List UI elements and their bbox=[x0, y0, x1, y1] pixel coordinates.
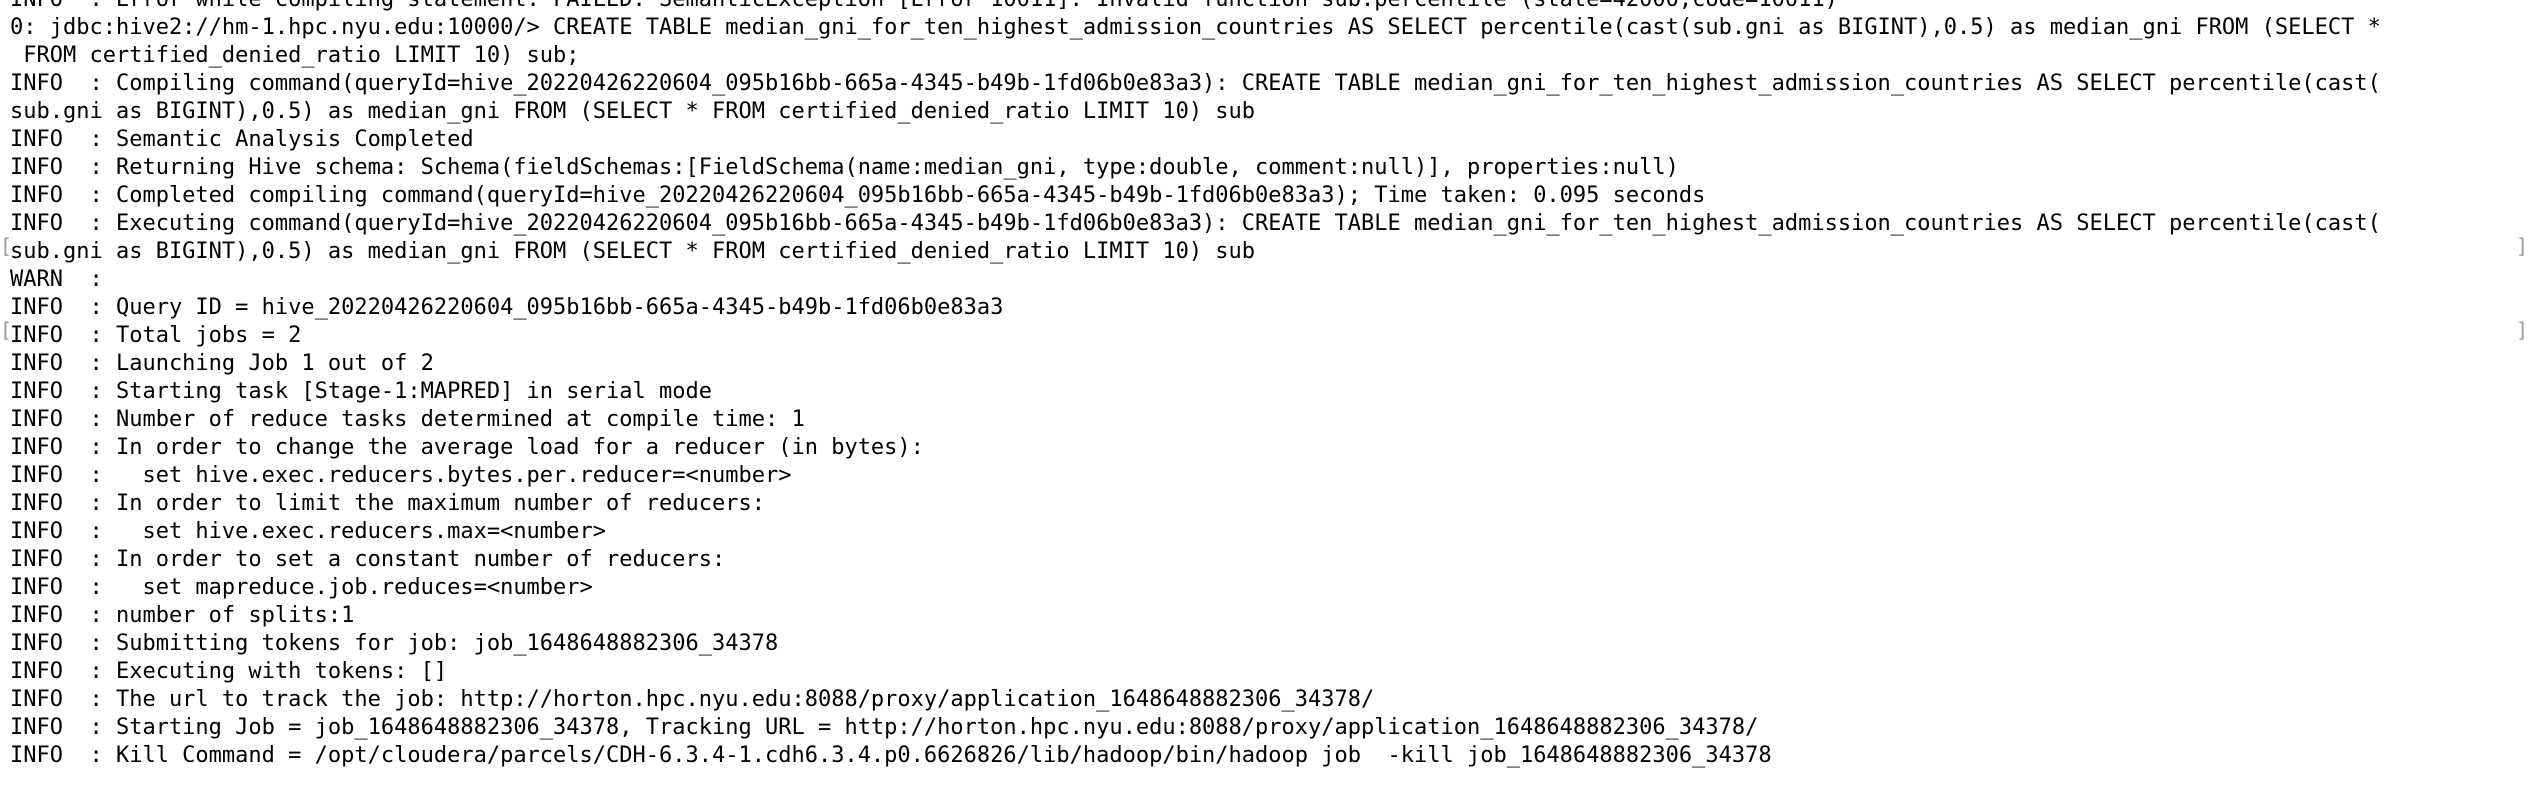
terminal-line: WARN : bbox=[10, 267, 103, 292]
terminal-line: INFO : set hive.exec.reducers.bytes.per.… bbox=[10, 463, 792, 488]
mark-bracket-right: ] bbox=[2516, 318, 2529, 342]
terminal-line: FROM certified_denied_ratio LIMIT 10) su… bbox=[10, 43, 580, 68]
terminal-line: INFO : Starting Job = job_1648648882306_… bbox=[10, 715, 1759, 740]
terminal-line: INFO : In order to set a constant number… bbox=[10, 547, 726, 572]
terminal-line: INFO : Submitting tokens for job: job_16… bbox=[10, 631, 779, 656]
terminal-line: INFO : Query ID = hive_20220426220604_09… bbox=[10, 295, 1004, 320]
mark-bracket-right: ] bbox=[2516, 234, 2529, 258]
terminal-line: INFO : Completed compiling command(query… bbox=[10, 183, 1706, 208]
terminal-line: INFO : The url to track the job: http://… bbox=[10, 687, 1375, 712]
terminal-line: INFO : Compiling command(queryId=hive_20… bbox=[10, 71, 2381, 96]
terminal-line: 0: jdbc:hive2://hm-1.hpc.nyu.edu:10000/>… bbox=[10, 15, 2381, 40]
terminal-line: INFO : Kill Command = /opt/cloudera/parc… bbox=[10, 743, 1772, 768]
terminal-output: INFO : Error while compiling statement: … bbox=[10, 0, 2520, 770]
terminal-line: INFO : Executing with tokens: [] bbox=[10, 659, 448, 684]
terminal-line: INFO : Returning Hive schema: Schema(fie… bbox=[10, 155, 1679, 180]
terminal-line: INFO : Number of reduce tasks determined… bbox=[10, 407, 805, 432]
terminal-line: INFO : Executing command(queryId=hive_20… bbox=[10, 211, 2381, 236]
terminal-line: INFO : Launching Job 1 out of 2 bbox=[10, 351, 434, 376]
mark-bracket-left: [ bbox=[0, 234, 13, 258]
terminal-line: INFO : set hive.exec.reducers.max=<numbe… bbox=[10, 519, 607, 544]
terminal-line: INFO : number of splits:1 bbox=[10, 603, 355, 628]
terminal-line: INFO : Error while compiling statement: … bbox=[10, 0, 2520, 14]
terminal-line: INFO : Starting task [Stage-1:MAPRED] in… bbox=[10, 379, 712, 404]
mark-bracket-left: [ bbox=[0, 318, 13, 342]
terminal-line: INFO : In order to change the average lo… bbox=[10, 435, 924, 460]
terminal-line: sub.gni as BIGINT),0.5) as median_gni FR… bbox=[10, 239, 1256, 264]
terminal-line: INFO : Semantic Analysis Completed bbox=[10, 127, 474, 152]
terminal-line: INFO : set mapreduce.job.reduces=<number… bbox=[10, 575, 593, 600]
terminal-line: sub.gni as BIGINT),0.5) as median_gni FR… bbox=[10, 99, 1256, 124]
terminal-line: INFO : In order to limit the maximum num… bbox=[10, 491, 765, 516]
terminal-window[interactable]: INFO : Error while compiling statement: … bbox=[0, 0, 2536, 792]
terminal-line: INFO : Total jobs = 2 bbox=[10, 323, 302, 348]
